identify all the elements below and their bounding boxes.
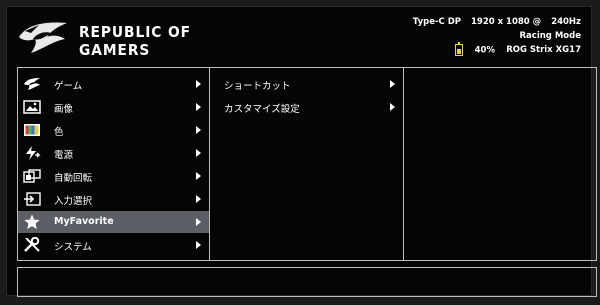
input-source: Type-C DP — [412, 17, 461, 27]
battery-status: 40% — [454, 42, 495, 56]
resolution: 1920 x 1080 @ — [471, 17, 542, 27]
menu-item-label: 入力選択 — [54, 196, 93, 207]
menu-item-power[interactable]: 電源 — [18, 142, 209, 164]
rog-eye-icon — [23, 76, 41, 92]
chevron-right-icon — [196, 218, 201, 226]
menu-item-label: 画像 — [54, 104, 74, 115]
submenu-item-label: ショートカット — [224, 81, 291, 92]
chevron-right-icon — [196, 149, 201, 157]
battery-percent: 40% — [474, 45, 495, 56]
menu-item-input-select[interactable]: 入力選択 — [18, 188, 209, 210]
osd-menu: ゲーム 画像 色 電源 自動回転 入力選択 MyFavorite システム ショ… — [17, 67, 597, 261]
menu-item-color[interactable]: 色 — [18, 119, 209, 141]
chevron-right-icon — [196, 126, 201, 134]
auto-rotate-icon — [23, 168, 41, 184]
status-panel: Type-C DP 1920 x 1080 @240Hz Racing Mode … — [321, 17, 581, 61]
image-icon — [23, 99, 41, 115]
chevron-right-icon — [196, 80, 201, 88]
main-menu: ゲーム 画像 色 電源 自動回転 入力選択 MyFavorite システム — [18, 68, 210, 260]
chevron-right-icon — [390, 103, 395, 111]
brand-line-2: GAMERS — [79, 41, 151, 59]
osd-window: REPUBLIC OF GAMERS Type-C DP 1920 x 1080 … — [6, 6, 597, 297]
submenu-item-label: カスタマイズ設定 — [224, 104, 300, 115]
chevron-right-icon — [196, 103, 201, 111]
game-visual-mode: Racing Mode — [519, 31, 581, 41]
menu-item-image[interactable]: 画像 — [18, 96, 209, 118]
chevron-right-icon — [196, 195, 201, 203]
menu-item-label: 色 — [54, 127, 64, 138]
chevron-right-icon — [196, 241, 201, 249]
mode-info: Racing Mode — [520, 31, 581, 41]
refresh-rate: 240Hz — [551, 17, 581, 27]
model-name: ROG Strix XG17 — [506, 45, 581, 55]
battery-icon — [454, 42, 463, 56]
color-bars-icon — [23, 122, 41, 138]
wrench-icon — [23, 237, 41, 253]
model-info: ROG Strix XG17 — [506, 45, 581, 55]
rog-eye-icon — [19, 22, 67, 53]
input-select-icon — [23, 191, 41, 207]
detail-panel — [404, 68, 596, 260]
menu-item-label: 電源 — [54, 150, 74, 161]
menu-item-label: ゲーム — [54, 81, 83, 92]
menu-item-game[interactable]: ゲーム — [18, 73, 209, 95]
menu-item-auto-rotate[interactable]: 自動回転 — [18, 165, 209, 187]
hint-bar — [17, 267, 597, 297]
brand-line-1: REPUBLIC OF — [79, 23, 192, 41]
chevron-right-icon — [390, 80, 395, 88]
menu-item-label: システム — [54, 242, 92, 253]
signal-info: Type-C DP 1920 x 1080 @ 240Hz — [413, 17, 581, 27]
menu-item-myfavorite[interactable]: MyFavorite — [18, 211, 209, 233]
star-icon — [23, 214, 41, 230]
menu-item-system[interactable]: システム — [18, 234, 209, 256]
menu-item-label: 自動回転 — [54, 173, 93, 184]
sub-menu: ショートカット カスタマイズ設定 — [210, 68, 404, 260]
chevron-right-icon — [196, 172, 201, 180]
rog-logo: REPUBLIC OF GAMERS — [17, 17, 197, 61]
submenu-item-customize[interactable]: カスタマイズ設定 — [210, 96, 403, 118]
power-bolt-icon — [23, 145, 41, 161]
submenu-item-shortcut[interactable]: ショートカット — [210, 73, 403, 95]
menu-item-label: MyFavorite — [54, 216, 114, 227]
